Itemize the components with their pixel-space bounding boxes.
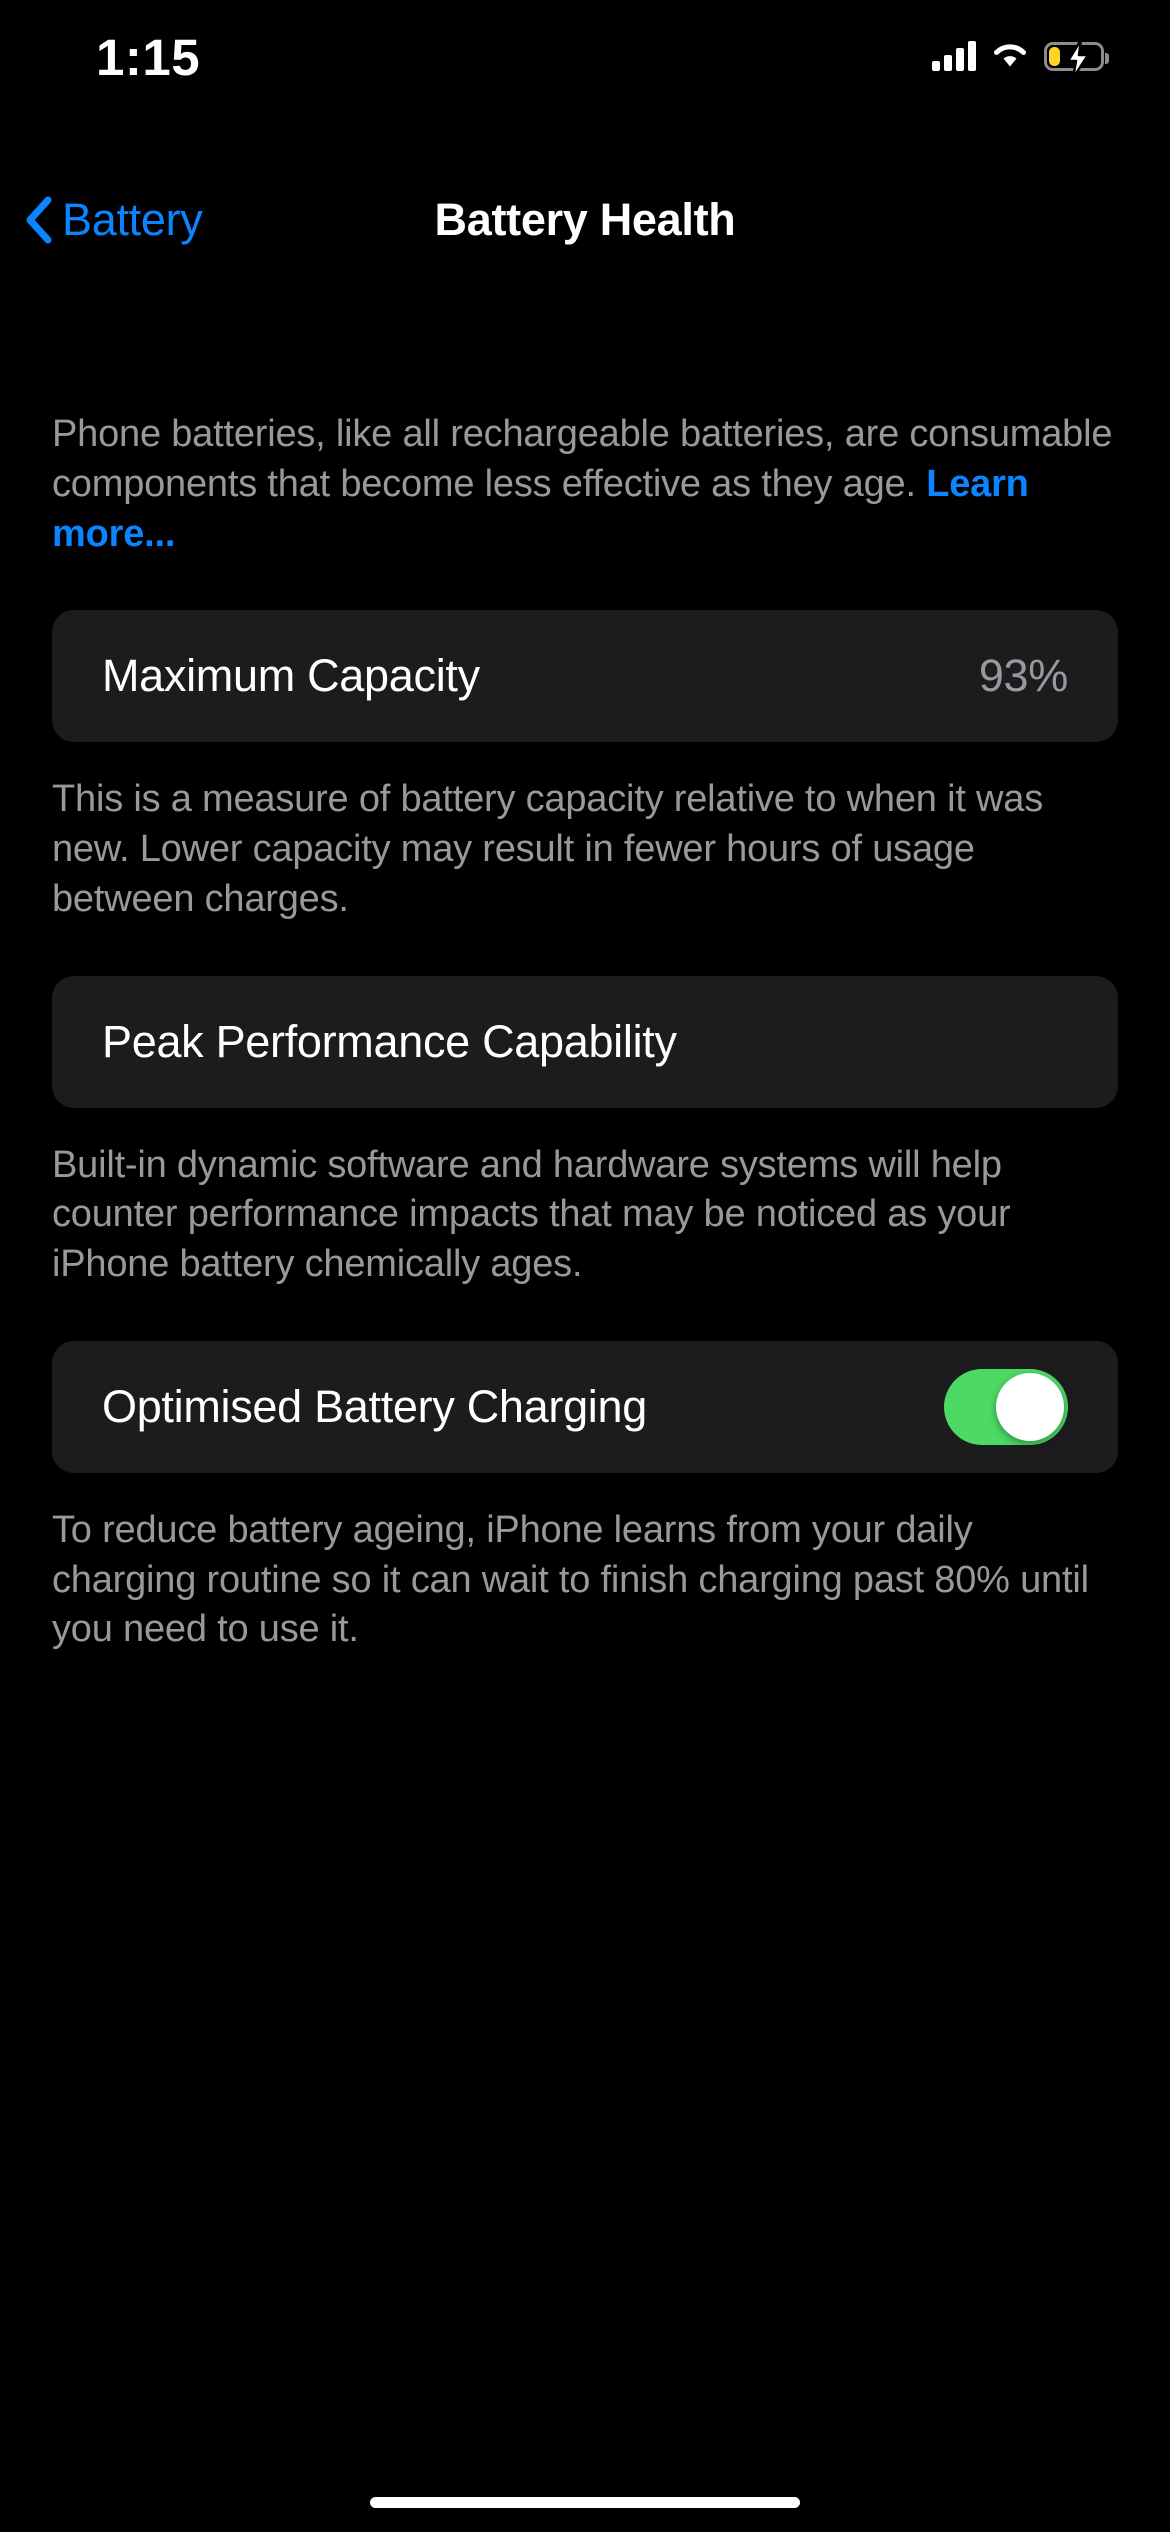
status-bar-time: 1:15: [96, 29, 201, 86]
peak-performance-row[interactable]: Peak Performance Capability: [52, 975, 1118, 1108]
battery-health-screen: 1:15 Battery Battery Health Phone batter…: [0, 0, 1170, 2532]
optimised-battery-charging-footnote: To reduce battery ageing, iPhone learns …: [52, 1508, 1089, 1651]
maximum-capacity-row[interactable]: Maximum Capacity 93%: [52, 610, 1118, 743]
wifi-icon: [992, 42, 1028, 70]
page-title: Battery Health: [434, 194, 736, 245]
status-bar: 1:15: [0, 0, 1170, 120]
battery-charging-icon: [1044, 38, 1109, 79]
cellular-signal-icon: [932, 41, 976, 71]
intro-description: Phone batteries, like all rechargeable b…: [0, 410, 1170, 559]
maximum-capacity-value: 93%: [978, 650, 1068, 702]
home-indicator[interactable]: [370, 2497, 800, 2508]
optimised-battery-charging-label: Optimised Battery Charging: [102, 1380, 647, 1432]
navigation-bar: Battery Battery Health: [0, 180, 1170, 260]
optimised-battery-charging-toggle[interactable]: [944, 1368, 1068, 1445]
maximum-capacity-footnote: This is a measure of battery capacity re…: [52, 778, 1044, 920]
maximum-capacity-label: Maximum Capacity: [102, 650, 480, 702]
toggle-knob: [996, 1372, 1064, 1441]
peak-performance-label: Peak Performance Capability: [102, 1015, 677, 1067]
peak-performance-footnote: Built-in dynamic software and hardware s…: [52, 1143, 1011, 1286]
optimised-battery-charging-row[interactable]: Optimised Battery Charging: [52, 1340, 1118, 1473]
status-bar-indicators: [932, 38, 1109, 79]
settings-content: Phone batteries, like all rechargeable b…: [0, 265, 1170, 1655]
